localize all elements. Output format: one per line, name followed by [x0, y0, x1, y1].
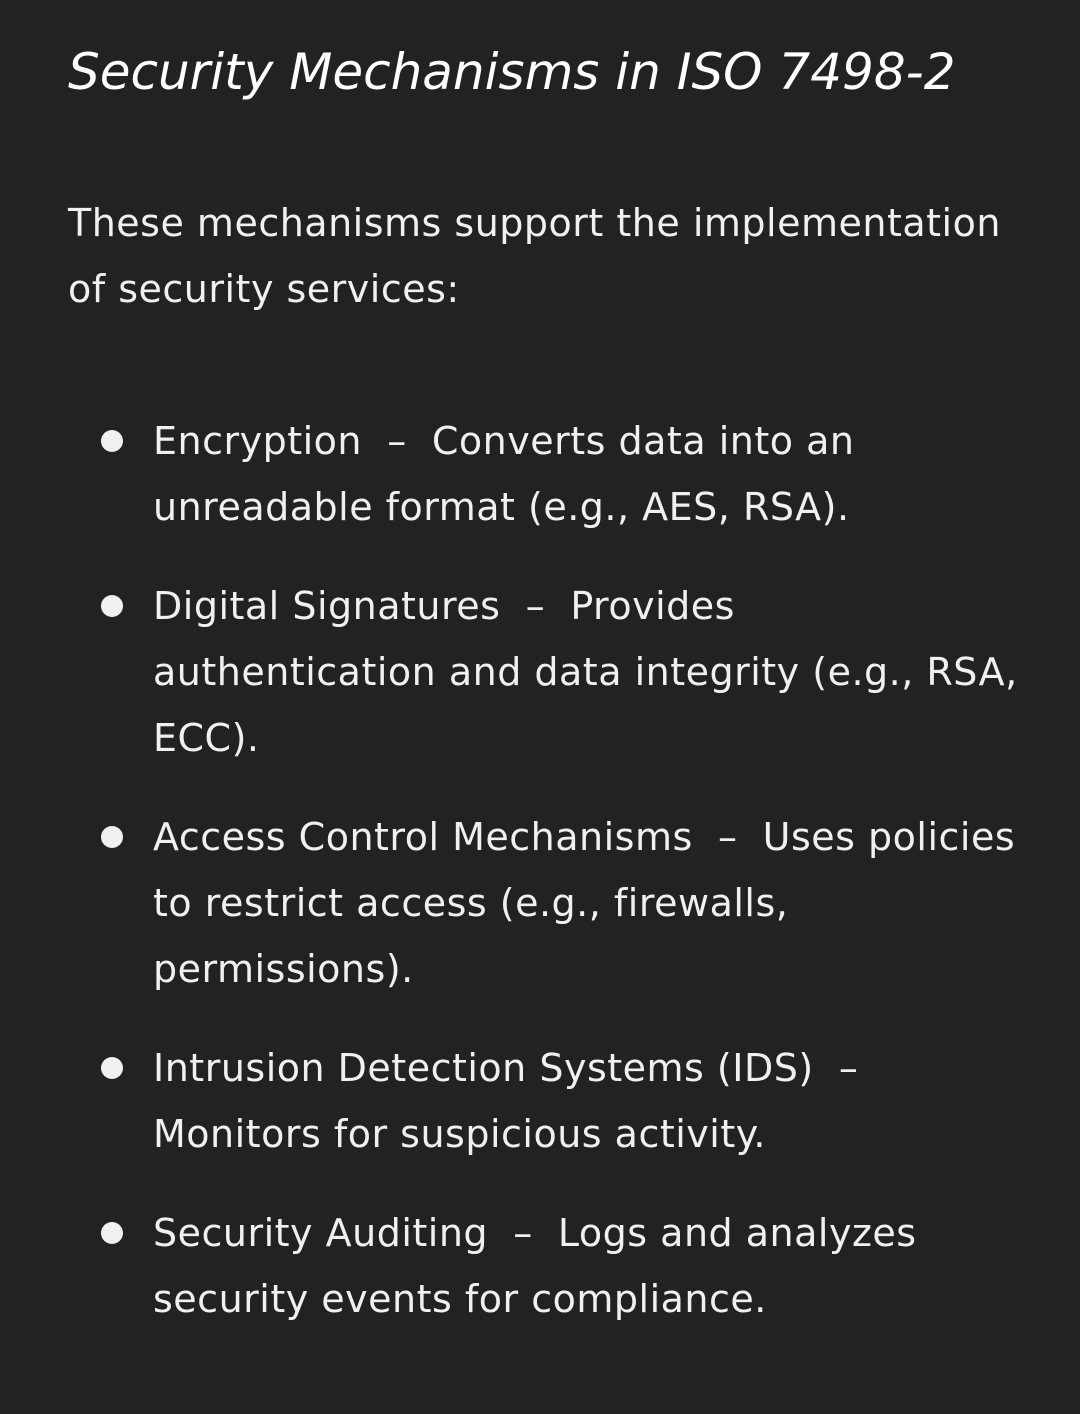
list-item-encryption: Encryption – Converts data into an unrea… — [68, 408, 1018, 540]
item-description: Monitors for suspicious activity. — [153, 1112, 766, 1156]
bullet-icon — [101, 826, 123, 848]
document-content: Security Mechanisms in ISO 7498-2 These … — [68, 40, 1018, 1332]
bullet-icon — [101, 430, 123, 452]
list-item-digital-signatures: Digital Signatures – Provides authentica… — [68, 573, 1018, 771]
bullet-icon — [101, 1057, 123, 1079]
intro-paragraph: These mechanisms support the implementat… — [68, 201, 1001, 311]
bullet-icon — [101, 595, 123, 617]
item-separator: – — [717, 815, 738, 859]
item-term: Access Control Mechanisms — [153, 815, 693, 859]
item-separator: – — [387, 419, 407, 463]
bullet-icon — [101, 1222, 123, 1244]
item-term: Security Auditing — [153, 1211, 489, 1255]
item-separator: – — [525, 584, 546, 628]
item-separator: – — [513, 1211, 533, 1255]
item-term: Intrusion Detection Systems (IDS) — [153, 1046, 814, 1090]
list-item-access-control: Access Control Mechanisms – Uses policie… — [68, 804, 1018, 1002]
page-title: Security Mechanisms in ISO 7498-2 — [68, 43, 956, 101]
item-term: Digital Signatures — [153, 584, 501, 628]
list-item-security-auditing: Security Auditing – Logs and analyzes se… — [68, 1200, 1018, 1332]
list-item-intrusion-detection: Intrusion Detection Systems (IDS) – Moni… — [68, 1035, 1018, 1167]
item-separator: – — [838, 1046, 859, 1090]
item-term: Encryption — [153, 419, 363, 463]
mechanisms-list: Encryption – Converts data into an unrea… — [68, 408, 1018, 1332]
